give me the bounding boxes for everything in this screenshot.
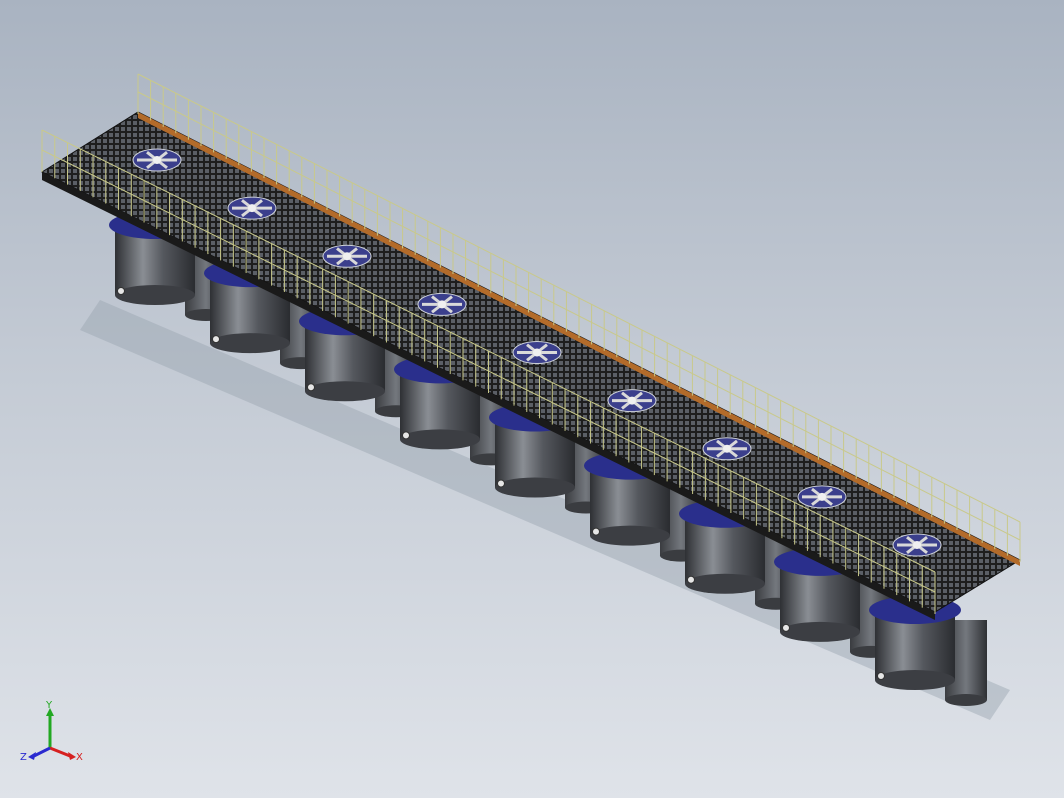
nozzle-icon	[402, 431, 410, 440]
tank-base	[590, 525, 670, 546]
z-axis-head	[28, 752, 36, 760]
x-axis-label: X	[76, 752, 83, 763]
x-axis-head	[68, 752, 76, 760]
impeller	[227, 196, 277, 220]
impeller	[892, 533, 942, 557]
nozzle-icon	[212, 335, 220, 344]
nozzle-icon	[117, 287, 125, 295]
tank-base	[305, 381, 385, 402]
tank-base	[780, 621, 860, 642]
impeller-hub	[913, 541, 921, 549]
tank-base	[400, 429, 480, 450]
tank-group	[109, 211, 987, 706]
impeller	[417, 292, 467, 316]
y-axis-label: Y	[45, 700, 53, 711]
impeller-hub	[533, 348, 541, 357]
secondary-tank-base	[945, 694, 987, 706]
nozzle-icon	[782, 623, 790, 632]
tank-base	[210, 333, 290, 354]
tank-base	[685, 573, 765, 594]
x-axis-arrow	[49, 746, 71, 758]
nozzle-icon	[877, 672, 885, 680]
z-axis-arrow	[33, 746, 51, 758]
tank-base	[495, 477, 575, 498]
tank-base	[115, 285, 195, 305]
cad-graphics-viewport[interactable]: Y X Z	[0, 0, 1064, 798]
impeller-hub	[343, 252, 351, 261]
impeller-hub	[438, 300, 446, 309]
tank-base	[875, 670, 955, 690]
impeller-hub	[818, 492, 826, 501]
impeller	[322, 244, 372, 268]
impeller-hub	[153, 156, 161, 164]
impeller-hub	[248, 204, 256, 213]
nozzle-icon	[687, 575, 695, 584]
impeller	[797, 485, 847, 509]
nozzle-icon	[307, 383, 315, 392]
impeller	[702, 437, 752, 461]
nozzle-icon	[592, 527, 600, 536]
impeller-hub	[628, 396, 636, 405]
coordinate-triad: Y X Z	[20, 700, 83, 763]
z-axis-label: Z	[20, 752, 27, 763]
cad-model-view[interactable]	[0, 0, 1064, 798]
impeller	[512, 341, 562, 364]
impeller-hub	[723, 444, 731, 453]
impeller	[132, 148, 182, 172]
nozzle-icon	[497, 479, 505, 488]
impeller	[607, 389, 657, 413]
